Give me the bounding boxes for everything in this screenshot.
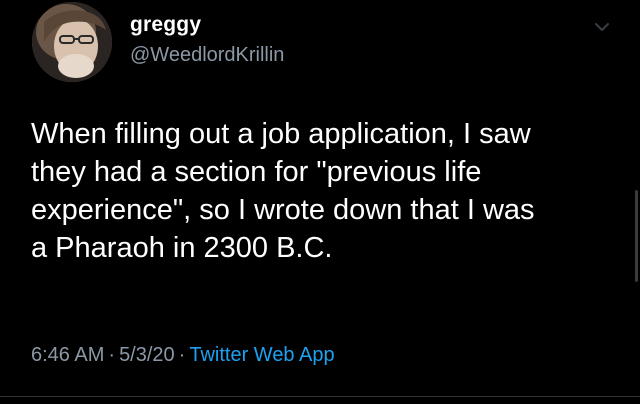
tweet-text-line: they had a section for "previous life [31, 156, 482, 188]
tweet-card: greggy @WeedlordKrillin When filling out… [0, 0, 640, 404]
divider [0, 396, 640, 397]
tweet-source-link[interactable]: Twitter Web App [189, 344, 334, 366]
meta-separator: · [108, 344, 116, 366]
user-handle[interactable]: @WeedlordKrillin [130, 44, 284, 67]
tweet-text-line: a Pharaoh in 2300 B.C. [31, 232, 333, 264]
avatar[interactable] [32, 2, 112, 82]
scrollbar[interactable] [635, 190, 638, 282]
tweet-text-line: experience", so I wrote down that I was [31, 194, 535, 226]
avatar-photo-icon [32, 2, 112, 82]
tweet-text-line: When filling out a job application, I sa… [31, 118, 531, 150]
tweet-meta: 6:46 AM · 5/3/20 · Twitter Web App [31, 344, 335, 367]
tweet-time[interactable]: 6:46 AM [31, 344, 104, 366]
meta-separator: · [178, 344, 186, 366]
display-name[interactable]: greggy [130, 13, 201, 37]
tweet-date[interactable]: 5/3/20 [119, 344, 175, 366]
tweet-text: When filling out a job application, I sa… [31, 115, 621, 267]
chevron-down-icon[interactable] [594, 20, 610, 32]
